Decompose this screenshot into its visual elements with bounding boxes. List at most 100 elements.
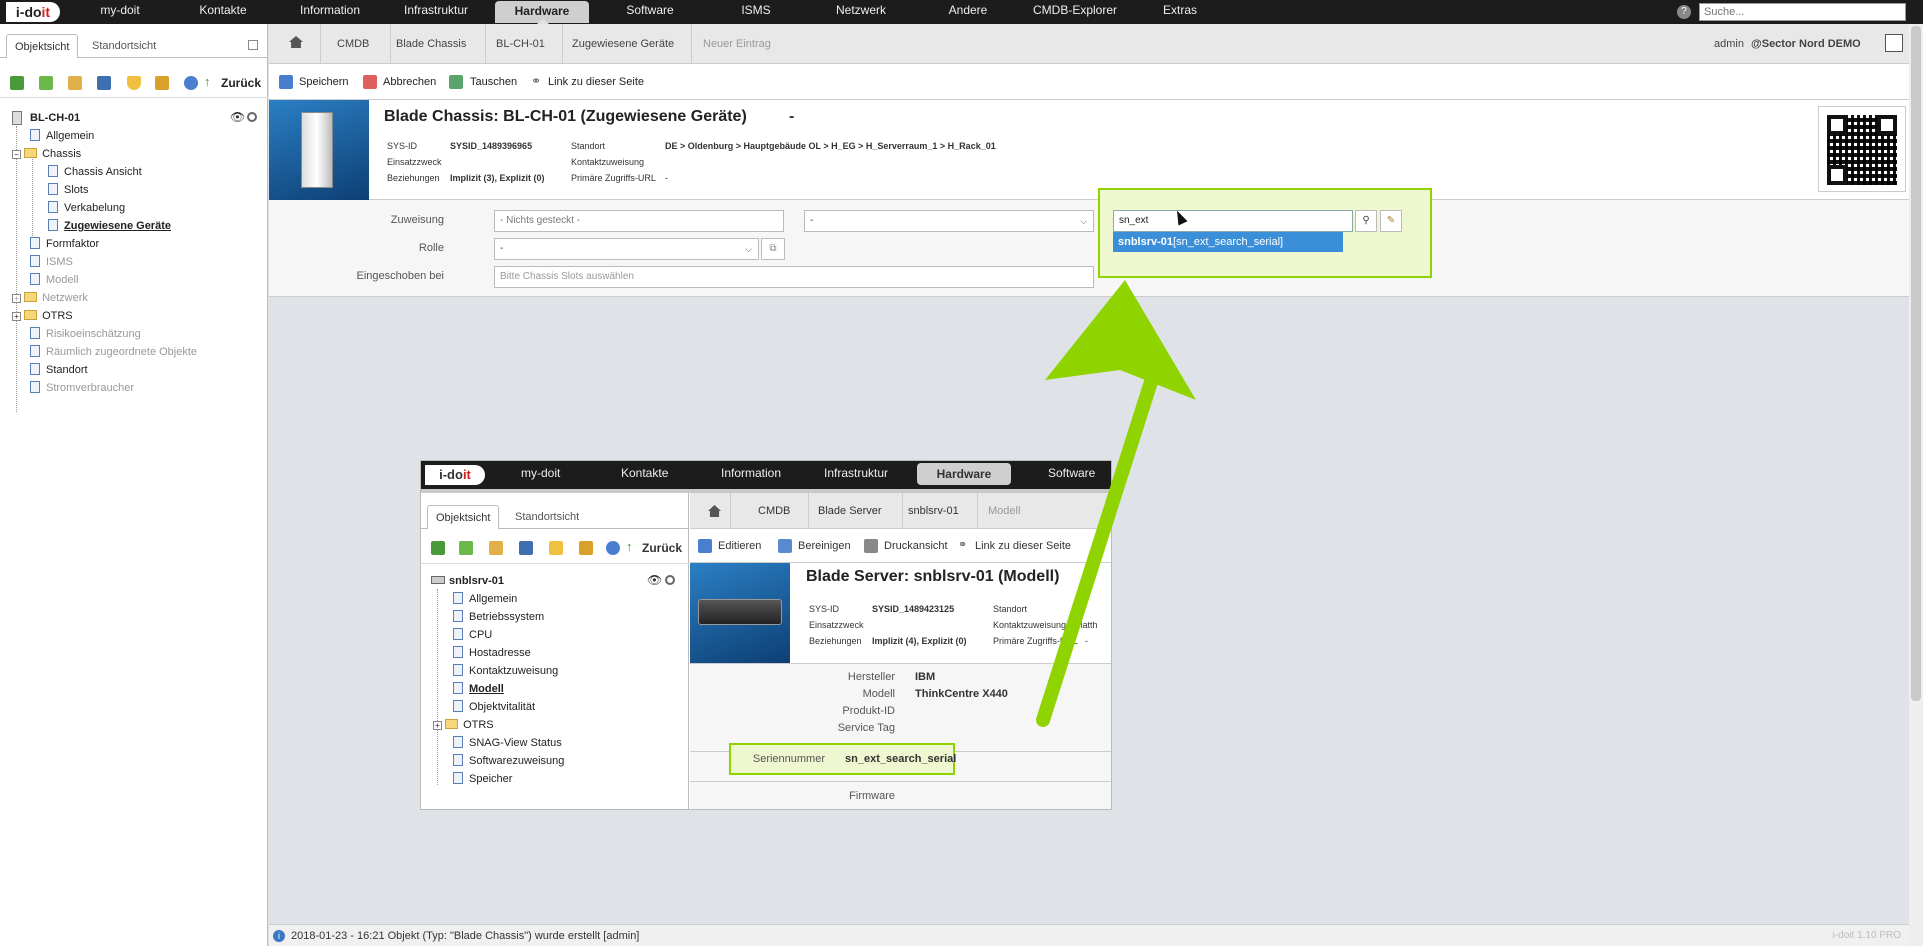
back-button[interactable]: Zurück [221,76,261,90]
user-avatar-icon[interactable] [1885,34,1903,52]
inset-tree-item: Hostadresse [453,645,531,661]
scrollbar-thumb[interactable] [1911,26,1921,701]
tree-item-otrs[interactable]: + OTRS [12,308,73,324]
nav-cmdb-explorer[interactable]: CMDB-Explorer [1025,0,1125,24]
nav-infrastruktur[interactable]: Infrastruktur [393,0,479,24]
expand-icon[interactable] [39,76,53,90]
nav-my-doit[interactable]: my-doit [80,0,160,24]
collapse-icon[interactable]: − [12,150,21,159]
inset-crumb-separator [808,493,809,529]
help-icon[interactable]: ? [1677,5,1691,19]
assignment-input[interactable]: - Nichts gesteckt - [494,210,784,232]
tree-item-stromverbraucher[interactable]: Stromverbraucher [30,380,134,396]
nav-netzwerk[interactable]: Netzwerk [821,0,901,24]
inset-print-button: Druckansicht [884,540,948,552]
tree-item-chassis-ansicht[interactable]: Chassis Ansicht [48,164,142,180]
inset-firmware-label: Firmware [849,790,895,802]
qr-code[interactable] [1818,106,1906,192]
tree-item-zugewiesene-geraete[interactable]: Zugewiesene Geräte [48,218,171,234]
assignment-type-select[interactable]: - ⌵ [804,210,1094,232]
status-bar: i 2018-01-23 - 16:21 Objekt (Typ: "Blade… [269,924,1909,946]
tree-root[interactable]: BL-CH-01 [10,110,260,126]
arrow-up-icon[interactable]: ↑ [204,74,211,89]
tenant-name[interactable]: @Sector Nord DEMO [1751,24,1861,64]
tree-item-risikoeinschaetzung[interactable]: Risikoeinschätzung [30,326,141,342]
expand-icon[interactable]: + [12,294,21,303]
inset-sysid-value: SYSID_1489423125 [872,604,955,614]
inset-object-image [690,563,790,663]
page-icon [30,363,40,375]
copy-button[interactable]: ⧉ [761,238,785,260]
tree-item-chassis[interactable]: − Chassis [12,146,81,162]
nav-andere[interactable]: Andere [928,0,1008,24]
location-value[interactable]: DE > Oldenburg > Hauptgebäude OL > H_EG … [665,141,996,151]
detach-icon[interactable] [248,40,258,50]
tree-item-formfaktor[interactable]: Formfaktor [30,236,99,252]
expand-icon[interactable]: + [12,312,21,321]
object-search-input[interactable]: sn_ext [1113,210,1353,232]
title-suffix: - [789,108,795,125]
app-logo[interactable]: i-doit [6,2,60,22]
link-to-page[interactable]: Link zu dieser Seite [548,64,644,100]
magnifier-icon[interactable] [247,112,257,122]
eye-icon[interactable]: 👁 [230,110,245,124]
inset-tab-objektsicht: Objektsicht [427,505,500,529]
crumb-blade-chassis[interactable]: Blade Chassis [396,24,466,64]
inset-tree-icon [431,541,445,555]
tree-item-modell[interactable]: Modell [30,272,78,288]
inset-eye-icon: 👁 [647,573,663,587]
nav-software[interactable]: Software [610,0,690,24]
nav-information[interactable]: Information [287,0,373,24]
tree-icon[interactable] [10,76,24,90]
crumb-object[interactable]: BL-CH-01 [496,24,545,64]
sysid-value: SYSID_1489396965 [450,141,533,151]
search-button[interactable]: ⚲ [1355,210,1377,232]
home-icon[interactable] [289,36,303,48]
nav-isms[interactable]: ISMS [716,0,796,24]
cancel-button[interactable]: Abbrechen [383,64,436,100]
book-icon[interactable] [97,76,111,90]
save-button[interactable]: Speichern [299,64,349,100]
tab-objektsicht[interactable]: Objektsicht [6,34,79,58]
search-input[interactable] [1699,3,1906,21]
inset-nav-hardware: Hardware [917,463,1011,485]
lock-icon[interactable] [155,76,169,90]
tree-item-netzwerk[interactable]: + Netzwerk [12,290,88,306]
tab-standortsicht[interactable]: Standortsicht [84,34,164,58]
tree-item-slots[interactable]: Slots [48,182,88,198]
inset-manufacturer-value: IBM [915,671,936,683]
inset-serial-value: sn_ext_search_serial [845,753,957,765]
nav-kontakte[interactable]: Kontakte [183,0,263,24]
tree-item-allgemein[interactable]: Allgemein [30,128,94,144]
role-select[interactable]: - ⌵ [494,238,759,260]
tree-item-verkabelung[interactable]: Verkabelung [48,200,125,216]
search-highlight-box: sn_ext ⚲ ✎ snblsrv-01[sn_ext_search_seri… [1098,188,1432,278]
object-browser-button[interactable]: ✎ [1380,210,1402,232]
tree-item-raeumlich[interactable]: Räumlich zugeordnete Objekte [30,344,197,360]
assignment-label: Zuweisung [390,214,444,226]
crumb-cmdb[interactable]: CMDB [337,24,369,64]
inset-tree-item-folder: + OTRS [433,717,494,733]
inset-purge-button: Bereinigen [798,540,851,552]
inset-magnifier-icon [665,575,675,585]
page-icon [30,273,40,285]
swap-button[interactable]: Tauschen [470,64,517,100]
shield-icon[interactable] [127,76,141,90]
inset-serial-label: Seriennummer [752,753,825,765]
tree-item-standort[interactable]: Standort [30,362,88,378]
inset-model-label: Modell [862,688,895,700]
inset-book-icon [519,541,533,555]
folder-icon [24,310,38,320]
user-name[interactable]: admin [1714,24,1744,64]
inset-tree-item: Objektvitalität [453,699,535,715]
search-suggestion[interactable]: snblsrv-01[sn_ext_search_serial] [1113,232,1343,252]
globe-icon[interactable] [184,76,198,90]
relations-value[interactable]: Implizit (3), Explizit (0) [450,173,545,183]
calendar-icon[interactable] [68,76,82,90]
nav-extras[interactable]: Extras [1140,0,1220,24]
inset-home-icon [708,505,721,517]
tree-item-isms[interactable]: ISMS [30,254,73,270]
inset-left-panel: Objektsicht Standortsicht ↑ Zurück snbls… [421,493,689,809]
inset-crumb: CMDB [758,505,791,517]
crumb-category[interactable]: Zugewiesene Geräte [572,24,674,64]
